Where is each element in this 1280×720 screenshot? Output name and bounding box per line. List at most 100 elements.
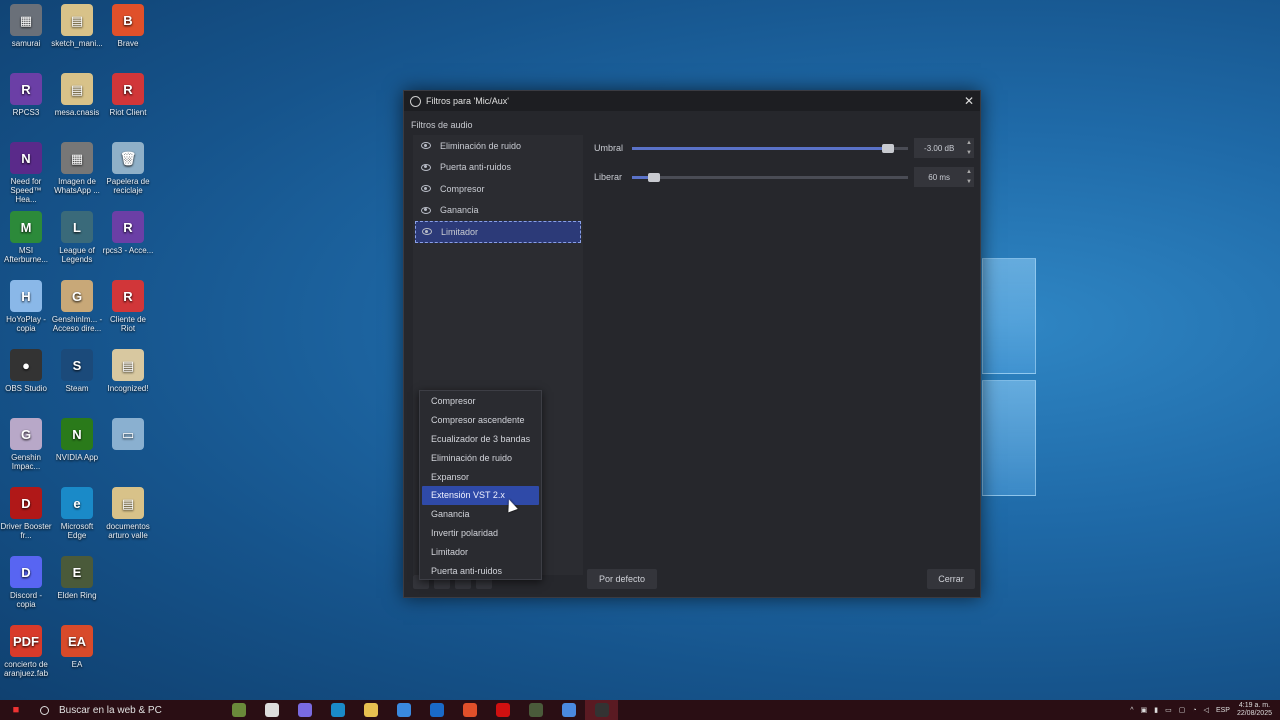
desktop-icon[interactable]: L League of Legends (51, 211, 103, 264)
menu-item-3-band-eq[interactable]: Ecualizador de 3 bandas (422, 430, 539, 449)
taskbar-app[interactable] (585, 700, 618, 720)
usb-icon[interactable]: ▣ (1141, 706, 1148, 714)
release-spinbox[interactable]: 60 ms ▲ ▼ (914, 167, 974, 187)
desktop-icon[interactable]: ▤ mesa.cnasis (51, 73, 103, 117)
desktop-icon[interactable]: R RPCS3 (0, 73, 52, 117)
taskbar-app[interactable] (354, 700, 387, 720)
desktop-icon[interactable]: M MSI Afterburne... (0, 211, 52, 264)
taskbar-app[interactable] (288, 700, 321, 720)
chevron-down-icon[interactable]: ▼ (964, 148, 974, 158)
dialog-titlebar[interactable]: Filtros para 'Mic/Aux' ✕ (404, 91, 980, 111)
threshold-spinbox[interactable]: -3.00 dB ▲ ▼ (914, 138, 974, 158)
desktop-icon[interactable]: e Microsoft Edge (51, 487, 103, 540)
chevron-up-icon[interactable]: ▲ (964, 167, 974, 177)
desktop-icon[interactable]: N Need for Speed™ Hea... (0, 142, 52, 204)
filter-item-compressor[interactable]: Compresor (415, 178, 581, 200)
defaults-button[interactable]: Por defecto (587, 569, 657, 589)
display-icon[interactable]: ▢ (1179, 706, 1186, 714)
taskbar-app[interactable] (420, 700, 453, 720)
desktop-icon[interactable]: ▦ Imagen de WhatsApp ... (51, 142, 103, 195)
desktop-icon[interactable]: 🗑 Papelera de reciclaje (102, 142, 154, 195)
menu-item-noise-gate[interactable]: Puerta anti-ruidos (422, 561, 539, 580)
taskbar-app[interactable] (519, 700, 552, 720)
desktop-icon-label: RPCS3 (12, 108, 40, 117)
menu-item-invert-polarity[interactable]: Invertir polaridad (422, 524, 539, 543)
filter-item-noise-suppression[interactable]: Eliminación de ruido (415, 135, 581, 157)
menu-item-noise-suppression[interactable]: Eliminación de ruido (422, 448, 539, 467)
desktop-icon[interactable]: D Driver Booster fr... (0, 487, 52, 540)
threshold-slider[interactable] (631, 143, 909, 153)
release-value[interactable]: 60 ms (914, 173, 964, 182)
chevron-up-icon[interactable]: ^ (1130, 707, 1133, 714)
taskbar: ■ Buscar en la web & PC ^ ▣ ▮ ▭ ▢ ◔ ◁ ES… (0, 700, 1280, 720)
desktop-icon[interactable]: E Elden Ring (51, 556, 103, 600)
volume-icon[interactable]: ◁ (1204, 706, 1209, 714)
desktop-icon[interactable]: H HoYoPlay - copia (0, 280, 52, 333)
spin-arrows[interactable]: ▲ ▼ (964, 167, 974, 187)
menu-item-upward-compressor[interactable]: Compresor ascendente (422, 411, 539, 430)
menu-item-expander[interactable]: Expansor (422, 467, 539, 486)
desktop-icon[interactable]: ▭ (102, 418, 154, 453)
desktop-icon[interactable]: G Genshin Impac... (0, 418, 52, 471)
microphone-icon[interactable]: ▮ (1154, 706, 1158, 714)
desktop-icon[interactable]: ▤ documentos arturo valle (102, 487, 154, 540)
desktop-icon[interactable]: G GenshinIm... - Acceso dire... (51, 280, 103, 333)
close-button[interactable]: Cerrar (927, 569, 975, 589)
slider-thumb[interactable] (881, 143, 894, 153)
eye-icon[interactable] (421, 185, 431, 193)
menu-item-vst-plugin[interactable]: Extensión VST 2.x (422, 485, 539, 505)
taskbar-app[interactable] (486, 700, 519, 720)
eye-icon[interactable] (422, 228, 432, 236)
taskbar-app[interactable] (321, 700, 354, 720)
clock[interactable]: 4:19 a. m. 22/08/2025 (1237, 702, 1272, 718)
release-slider[interactable] (631, 172, 909, 182)
desktop-icon[interactable]: N NVIDIA App (51, 418, 103, 462)
chevron-up-icon[interactable]: ▲ (964, 138, 974, 148)
eye-icon[interactable] (421, 206, 431, 214)
language-indicator[interactable]: ESP (1216, 707, 1230, 714)
desktop-icon[interactable]: ▦ samurai (0, 4, 52, 48)
taskbar-app[interactable] (255, 700, 288, 720)
search-icon (40, 705, 49, 715)
desktop-icon[interactable]: R Cliente de Riot (102, 280, 154, 333)
desktop-icon[interactable]: B Brave (102, 4, 154, 48)
desktop-icon[interactable]: R Riot Client (102, 73, 154, 117)
filter-item-limiter[interactable]: Limitador (415, 221, 581, 243)
clock-time: 4:19 a. m. (1238, 702, 1271, 709)
filter-label: Ganancia (440, 205, 479, 216)
taskbar-app[interactable] (222, 700, 255, 720)
eye-icon[interactable] (421, 142, 431, 150)
taskbar-app[interactable] (453, 700, 486, 720)
taskbar-app[interactable] (552, 700, 585, 720)
filter-item-noise-gate[interactable]: Puerta anti-ruidos (415, 157, 581, 179)
eye-icon[interactable] (421, 163, 431, 171)
desktop-icon[interactable]: PDF concierto de aranjuez.fab (0, 625, 52, 678)
desktop-icon[interactable]: ▤ sketch_mani... (51, 4, 103, 48)
start-button[interactable]: ■ (0, 700, 32, 720)
slider-thumb[interactable] (648, 172, 661, 182)
close-icon[interactable]: ✕ (964, 94, 974, 108)
wifi-icon[interactable]: ◔ (1192, 707, 1196, 714)
menu-item-gain[interactable]: Ganancia (422, 505, 539, 524)
netflix-icon (495, 703, 510, 717)
desktop-icon[interactable]: EA EA (51, 625, 103, 669)
clock-date: 22/08/2025 (1236, 710, 1272, 717)
desktop-icon-label: Discord - copia (9, 591, 42, 609)
desktop-icon[interactable]: D Discord - copia (0, 556, 52, 609)
desktop-icon[interactable]: Rrpcs3 - Acce... (102, 211, 154, 255)
desktop-icon[interactable]: ● OBS Studio (0, 349, 52, 393)
desktop-icon[interactable]: ▤ Incognized! (102, 349, 154, 393)
chevron-down-icon[interactable]: ▼ (964, 177, 974, 187)
desktop-icon[interactable]: S Steam (51, 349, 103, 393)
app-icon: M (10, 211, 42, 243)
spin-arrows[interactable]: ▲ ▼ (964, 138, 974, 158)
battery-icon[interactable]: ▭ (1165, 706, 1172, 714)
obs-icon (594, 703, 609, 717)
app-icon: ▤ (112, 349, 144, 381)
taskbar-app[interactable] (387, 700, 420, 720)
menu-item-compressor[interactable]: Compresor (422, 392, 539, 411)
taskbar-search[interactable]: Buscar en la web & PC (32, 700, 222, 720)
menu-item-limiter[interactable]: Limitador (422, 542, 539, 561)
filter-item-gain[interactable]: Ganancia (415, 200, 581, 222)
threshold-value[interactable]: -3.00 dB (914, 144, 964, 153)
